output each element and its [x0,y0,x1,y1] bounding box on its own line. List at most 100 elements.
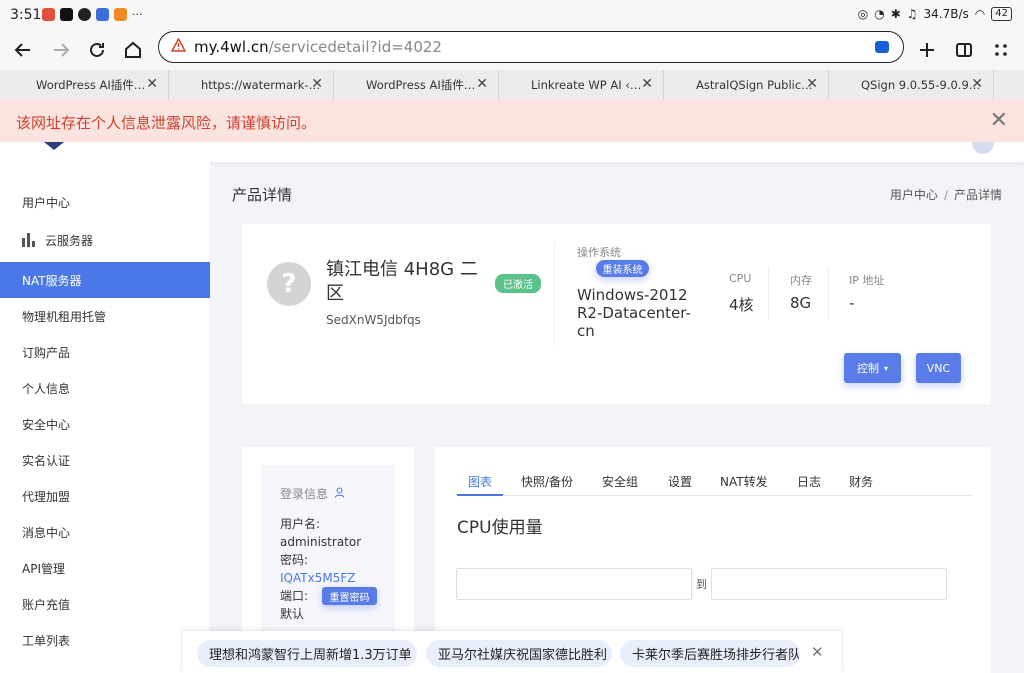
os-value: Windows-2012R2-Datacenter-cn [577,286,691,340]
product-code: SedXnW5Jdbfqs [326,313,421,327]
sidebar-item-label: 账户充值 [22,597,71,612]
control-label: 控制 [856,362,879,375]
forward-icon[interactable] [46,35,76,65]
browser-tab[interactable]: QSign 9.0.55-9.0.9… ✕ [829,70,994,100]
home-icon[interactable] [118,35,148,65]
browser-tab[interactable]: WordPress AI插件… ✕ [4,70,169,100]
tab-switcher-icon[interactable] [949,35,979,65]
news-item[interactable]: 亚马尔社媒庆祝国家德比胜利 [426,640,612,667]
tab-title: https://watermark-… [201,78,321,92]
tab-snapshot[interactable]: 快照/备份 [521,473,573,490]
mute-icon: ♫ [906,7,918,21]
divider [554,242,555,346]
news-item[interactable]: 卡莱尔季后赛胜场排步行者队 [620,640,800,667]
sidebar-item-recharge[interactable]: 账户充值 [0,586,210,622]
breadcrumb: 用户中心 / 产品详情 [890,186,1002,203]
breadcrumb-item[interactable]: 用户中心 [890,188,938,202]
tab-chart[interactable]: 图表 [468,473,492,490]
sidebar-item-api[interactable]: API管理 [0,550,210,586]
browser-toolbar: my.4wl.cn/servicedetail?id=4022 [0,30,1024,70]
tab-nat-forward[interactable]: NAT转发 [720,473,768,490]
breadcrumb-separator: / [943,188,948,202]
new-tab-icon[interactable] [912,35,942,65]
chevron-down-icon: ▾ [883,363,888,373]
os-label: 操作系统 [577,246,621,259]
login-title: 登录信息 [280,485,345,502]
tab-logs[interactable]: 日志 [797,473,821,490]
close-icon[interactable]: ✕ [971,76,983,92]
sidebar-item-profile[interactable]: 个人信息 [0,370,210,406]
sidebar-item-tickets[interactable]: 工单列表 [0,622,210,658]
reset-password-button[interactable]: 重置密码 [322,587,377,605]
chart-title: CPU使用量 [457,518,543,538]
app-icon-red [42,8,55,21]
url-path: /servicedetail?id=4022 [268,38,442,56]
start-date-input[interactable] [456,568,692,600]
back-icon[interactable] [8,35,38,65]
close-icon[interactable]: ✕ [641,76,653,92]
news-suggestion-bar: 理想和鸿蒙智行上周新增1.3万订单 亚马尔社媒庆祝国家德比胜利 卡莱尔季后赛胜场… [183,631,841,673]
site-logo[interactable] [44,142,64,150]
user-icon [334,487,345,501]
notification-icons: ··· [42,8,143,21]
tab-divider [455,495,972,496]
sidebar-item-label: NAT服务器 [22,273,82,288]
close-icon[interactable]: ✕ [311,76,323,92]
url-host: my.4wl.cn [194,38,269,56]
tab-title: AstralQSign Public… [696,78,813,92]
sidebar-item-cloud-server[interactable]: 云服务器 [0,222,210,258]
tab-security-group[interactable]: 安全组 [602,473,638,490]
close-icon[interactable]: ✕ [476,76,488,92]
control-button[interactable]: 控制 ▾ [844,353,901,383]
status-right: ◎ ◔ ✱ ♫ 34.7B/s ◠ 42 [858,7,1012,21]
memory-label: 内存 [790,274,812,287]
range-to-label: 到 [696,578,707,591]
menu-dots-icon[interactable] [986,35,1016,65]
app-icon-blue [96,8,109,21]
vnc-button[interactable]: VNC [916,353,961,383]
nfc-icon: ◎ [857,7,869,21]
sidebar-item-label: 订购产品 [22,345,71,360]
sidebar-item-label: API管理 [22,561,65,576]
sidebar-item-label: 实名认证 [22,453,71,468]
password-label: 密码: [280,553,309,567]
cpu-value: 4核 [729,296,754,314]
page-title: 产品详情 [232,186,293,204]
browser-tab[interactable]: Linkreate WP AI ‹… ✕ [499,70,664,100]
login-title-text: 登录信息 [280,487,329,501]
tiktok-icon [60,8,73,21]
product-name: 镇江电信 4H8G 二区 [326,259,478,304]
warning-triangle-icon [170,37,187,56]
close-icon[interactable]: ✕ [990,108,1008,133]
tab-settings[interactable]: 设置 [668,473,692,490]
news-item[interactable]: 理想和鸿蒙智行上周新增1.3万订单 [197,640,417,667]
browser-tab[interactable]: https://watermark-… ✕ [169,70,334,100]
end-date-input[interactable] [711,568,947,600]
more-notifications: ··· [132,8,143,21]
sidebar-item-messages[interactable]: 消息中心 [0,514,210,550]
sidebar-item-user-center[interactable]: 用户中心 [0,184,210,220]
sidebar-item-agent[interactable]: 代理加盟 [0,478,210,514]
sidebar-item-nat-server[interactable]: NAT服务器 [0,262,210,298]
close-icon[interactable]: ✕ [811,643,824,661]
tab-title: QSign 9.0.55-9.0.9… [861,78,981,92]
sidebar-item-label: 云服务器 [45,233,94,248]
reload-icon[interactable] [82,35,112,65]
address-bar[interactable]: my.4wl.cn/servicedetail?id=4022 [158,31,904,63]
tab-finance[interactable]: 财务 [849,473,873,490]
password-value[interactable]: IQATx5M5FZ [280,569,355,587]
translate-icon[interactable] [875,41,889,53]
sidebar-item-orders[interactable]: 订购产品 [0,334,210,370]
close-icon[interactable]: ✕ [806,76,818,92]
product-info-card: ? 镇江电信 4H8G 二区 已激活 SedXnW5Jdbfqs 操作系统 重装… [242,224,991,404]
reinstall-button[interactable]: 重装系统 [596,260,649,277]
browser-tab[interactable]: AstralQSign Public… ✕ [664,70,829,100]
site-header [0,142,1024,162]
close-icon[interactable]: ✕ [146,76,158,92]
sidebar-item-physical-hosting[interactable]: 物理机租用托管 [0,298,210,334]
sidebar-item-verification[interactable]: 实名认证 [0,442,210,478]
sidebar-item-security[interactable]: 安全中心 [0,406,210,442]
browser-tab[interactable]: WordPress AI插件… ✕ [334,70,499,100]
username-value: administrator [280,535,362,549]
tab-title: Linkreate WP AI ‹… [531,78,642,92]
